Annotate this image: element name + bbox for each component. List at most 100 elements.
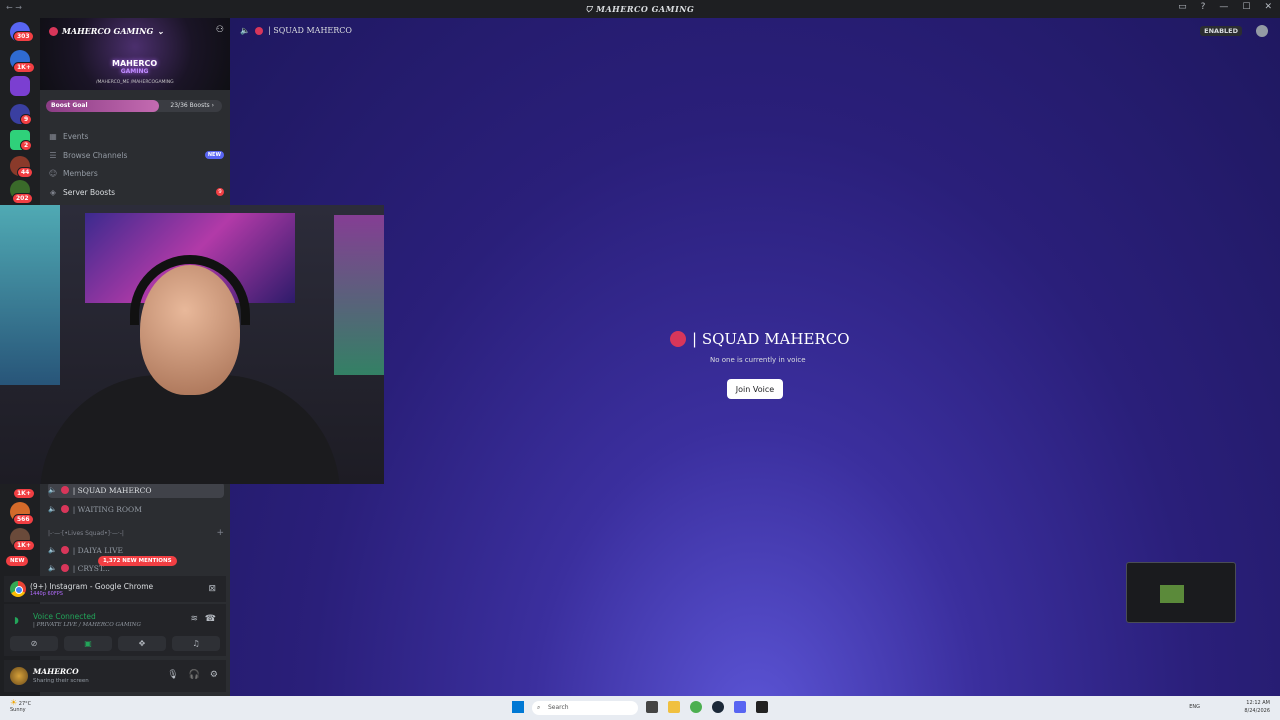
avatar[interactable]	[10, 667, 28, 685]
headphones-icon[interactable]: 🎧	[189, 670, 200, 680]
microphone-icon[interactable]: 🎙	[167, 670, 178, 680]
close-button[interactable]: ✕	[1264, 2, 1272, 12]
taskbar-search[interactable]: ⌕ Search	[532, 701, 638, 715]
channel-dot	[670, 331, 686, 347]
task-view-icon[interactable]	[646, 701, 658, 713]
server-banner[interactable]: MAHERCO GAMING ⌄ ⚇ MAHERCO GAMING /MAHERC…	[40, 18, 230, 90]
channel-dot	[60, 564, 69, 572]
windows-start-icon[interactable]	[512, 701, 524, 713]
language-indicator[interactable]: ENG	[1189, 704, 1200, 710]
steam-icon[interactable]	[712, 701, 724, 713]
search-icon: ⌕	[537, 704, 541, 711]
new-unreads-badge[interactable]: NEW	[6, 556, 29, 566]
signal-icon: ◗	[14, 616, 19, 626]
voice-panel: ◗ Voice Connected | PRIVATE LIVE / MAHER…	[4, 604, 226, 656]
invite-people-icon[interactable]: ⚇	[216, 25, 224, 35]
boost-goal-bar[interactable]: Boost Goal 23/36 Boosts ›	[46, 100, 222, 112]
speaker-icon: 🔈	[48, 564, 57, 572]
guild-badge: 2	[20, 140, 33, 151]
boost-badge: 9	[216, 188, 224, 196]
weather-widget[interactable]: ☀ 27°C Sunny	[10, 698, 31, 714]
menu-events[interactable]: ▦ Events	[48, 128, 224, 144]
sun-icon: ☀	[10, 698, 18, 707]
help-icon[interactable]: ?	[1201, 2, 1206, 12]
boost-icon: ◈	[49, 187, 57, 197]
stream-info: (9+) Instagram - Google Chrome 1440p 60F…	[30, 582, 153, 597]
discord-icon[interactable]	[734, 701, 746, 713]
user-panel: MAHERCO Sharing their screen 🎙 🎧 ⚙	[4, 660, 226, 692]
file-explorer-icon[interactable]	[668, 701, 680, 713]
list-icon: ☰	[49, 150, 57, 160]
window-title: ⛉ MAHERCO GAMING	[585, 3, 695, 15]
led-light	[334, 215, 384, 375]
add-channel-icon[interactable]: +	[216, 528, 224, 538]
obs-icon[interactable]	[756, 701, 768, 713]
voice-channel-title: | SQUAD MAHERCO	[670, 330, 850, 348]
system-clock[interactable]: 12:12 AM 8/24/2026	[1244, 699, 1270, 715]
chat-icon[interactable]	[1256, 25, 1268, 37]
speaker-icon: 🔈	[48, 486, 57, 494]
chevron-down-icon: ⌄	[157, 26, 164, 36]
enabled-badge[interactable]: ENABLED	[1200, 26, 1242, 36]
speaker-icon: 🔈	[48, 505, 57, 513]
server-icon	[49, 26, 58, 36]
channel-dot	[60, 486, 69, 494]
voice-empty-text: No one is currently in voice	[710, 356, 806, 364]
channel-dot	[60, 505, 69, 513]
channel-dot	[254, 26, 263, 35]
disconnect-icon[interactable]: ☎	[205, 614, 216, 624]
webcam-overlay	[0, 205, 384, 484]
user-status: Sharing their screen	[33, 678, 89, 684]
guild-badge: 202	[12, 193, 33, 204]
server-name-header[interactable]: MAHERCO GAMING ⌄	[49, 26, 164, 36]
members-icon: ☺	[48, 168, 58, 178]
voice-status[interactable]: Voice Connected	[33, 612, 96, 621]
server-logo: MAHERCO GAMING	[112, 59, 158, 76]
channel-dot	[60, 546, 69, 554]
stream-preview-thumbnail[interactable]	[1126, 562, 1236, 623]
nav-arrows-icon[interactable]: ← →	[6, 3, 22, 12]
inbox-icon[interactable]: ▭	[1178, 2, 1187, 12]
window-controls: ▭ ? — ☐ ✕	[1178, 2, 1272, 12]
server-icon[interactable]	[10, 76, 30, 96]
window-titlebar: ← → ⛉ MAHERCO GAMING ▭ ? — ☐ ✕	[0, 0, 1280, 18]
menu-server-boosts[interactable]: ◈ Server Boosts 9	[48, 184, 224, 200]
new-mentions-badge[interactable]: 1,372 NEW MENTIONS	[98, 556, 177, 566]
stop-stream-icon[interactable]: ⊠	[208, 584, 216, 594]
channel-header: 🔈 | SQUAD MAHERCO	[240, 26, 352, 35]
led-light	[0, 205, 60, 385]
category-lives-squad[interactable]: |-·—·[•Lives Squad•]·—·-| +	[48, 527, 224, 539]
activities-button[interactable]: ✥	[118, 636, 166, 651]
screen-share-button[interactable]: ▣	[64, 636, 112, 651]
os-taskbar: ☀ 27°C Sunny ⌕ Search ENG 12:12 AM 8/24/…	[0, 696, 1280, 720]
minimize-button[interactable]: —	[1219, 2, 1228, 12]
calendar-icon: ▦	[49, 131, 57, 141]
guild-badge: 9	[20, 114, 33, 125]
voice-channel-name: | PRIVATE LIVE / MAHERCO GAMING	[33, 622, 141, 628]
speaker-icon: 🔈	[48, 546, 57, 554]
channel-waiting-room[interactable]: 🔈 | WAITING ROOM	[48, 501, 224, 517]
menu-browse-channels[interactable]: ☰ Browse Channels NEW	[48, 147, 224, 163]
username[interactable]: MAHERCO	[33, 667, 79, 676]
camera-button[interactable]: ⊘	[10, 636, 58, 651]
boost-count: 23/36 Boosts ›	[170, 102, 214, 109]
guild-badge: 303	[13, 31, 34, 42]
speaker-icon: 🔈	[240, 26, 250, 35]
maximize-button[interactable]: ☐	[1242, 2, 1250, 12]
boost-goal-label: Boost Goal	[51, 102, 88, 109]
stream-title: (9+) Instagram - Google Chrome	[30, 581, 154, 591]
soundboard-button[interactable]: ♫	[172, 636, 220, 651]
channel-squad-maherco[interactable]: 🔈 | SQUAD MAHERCO	[48, 482, 224, 498]
chrome-icon	[10, 581, 26, 597]
voice-channel-view: 🔈 | SQUAD MAHERCO ENABLED | SQUAD MAHERC…	[230, 18, 1280, 696]
shield-icon: ⛉	[585, 3, 593, 14]
gear-icon[interactable]: ⚙	[210, 670, 218, 680]
user-controls: 🎙 🎧 ⚙	[167, 670, 218, 680]
preview-content	[1160, 585, 1184, 603]
chrome-icon[interactable]	[690, 701, 702, 713]
social-handles: /MAHERCO_ME /MAHERCOGAMING	[96, 80, 174, 85]
guild-badge: 1K+	[13, 488, 35, 499]
menu-members[interactable]: ☺ Members	[48, 165, 224, 181]
noise-suppression-icon[interactable]: ≋	[190, 614, 198, 624]
join-voice-button[interactable]: Join Voice	[727, 379, 783, 399]
